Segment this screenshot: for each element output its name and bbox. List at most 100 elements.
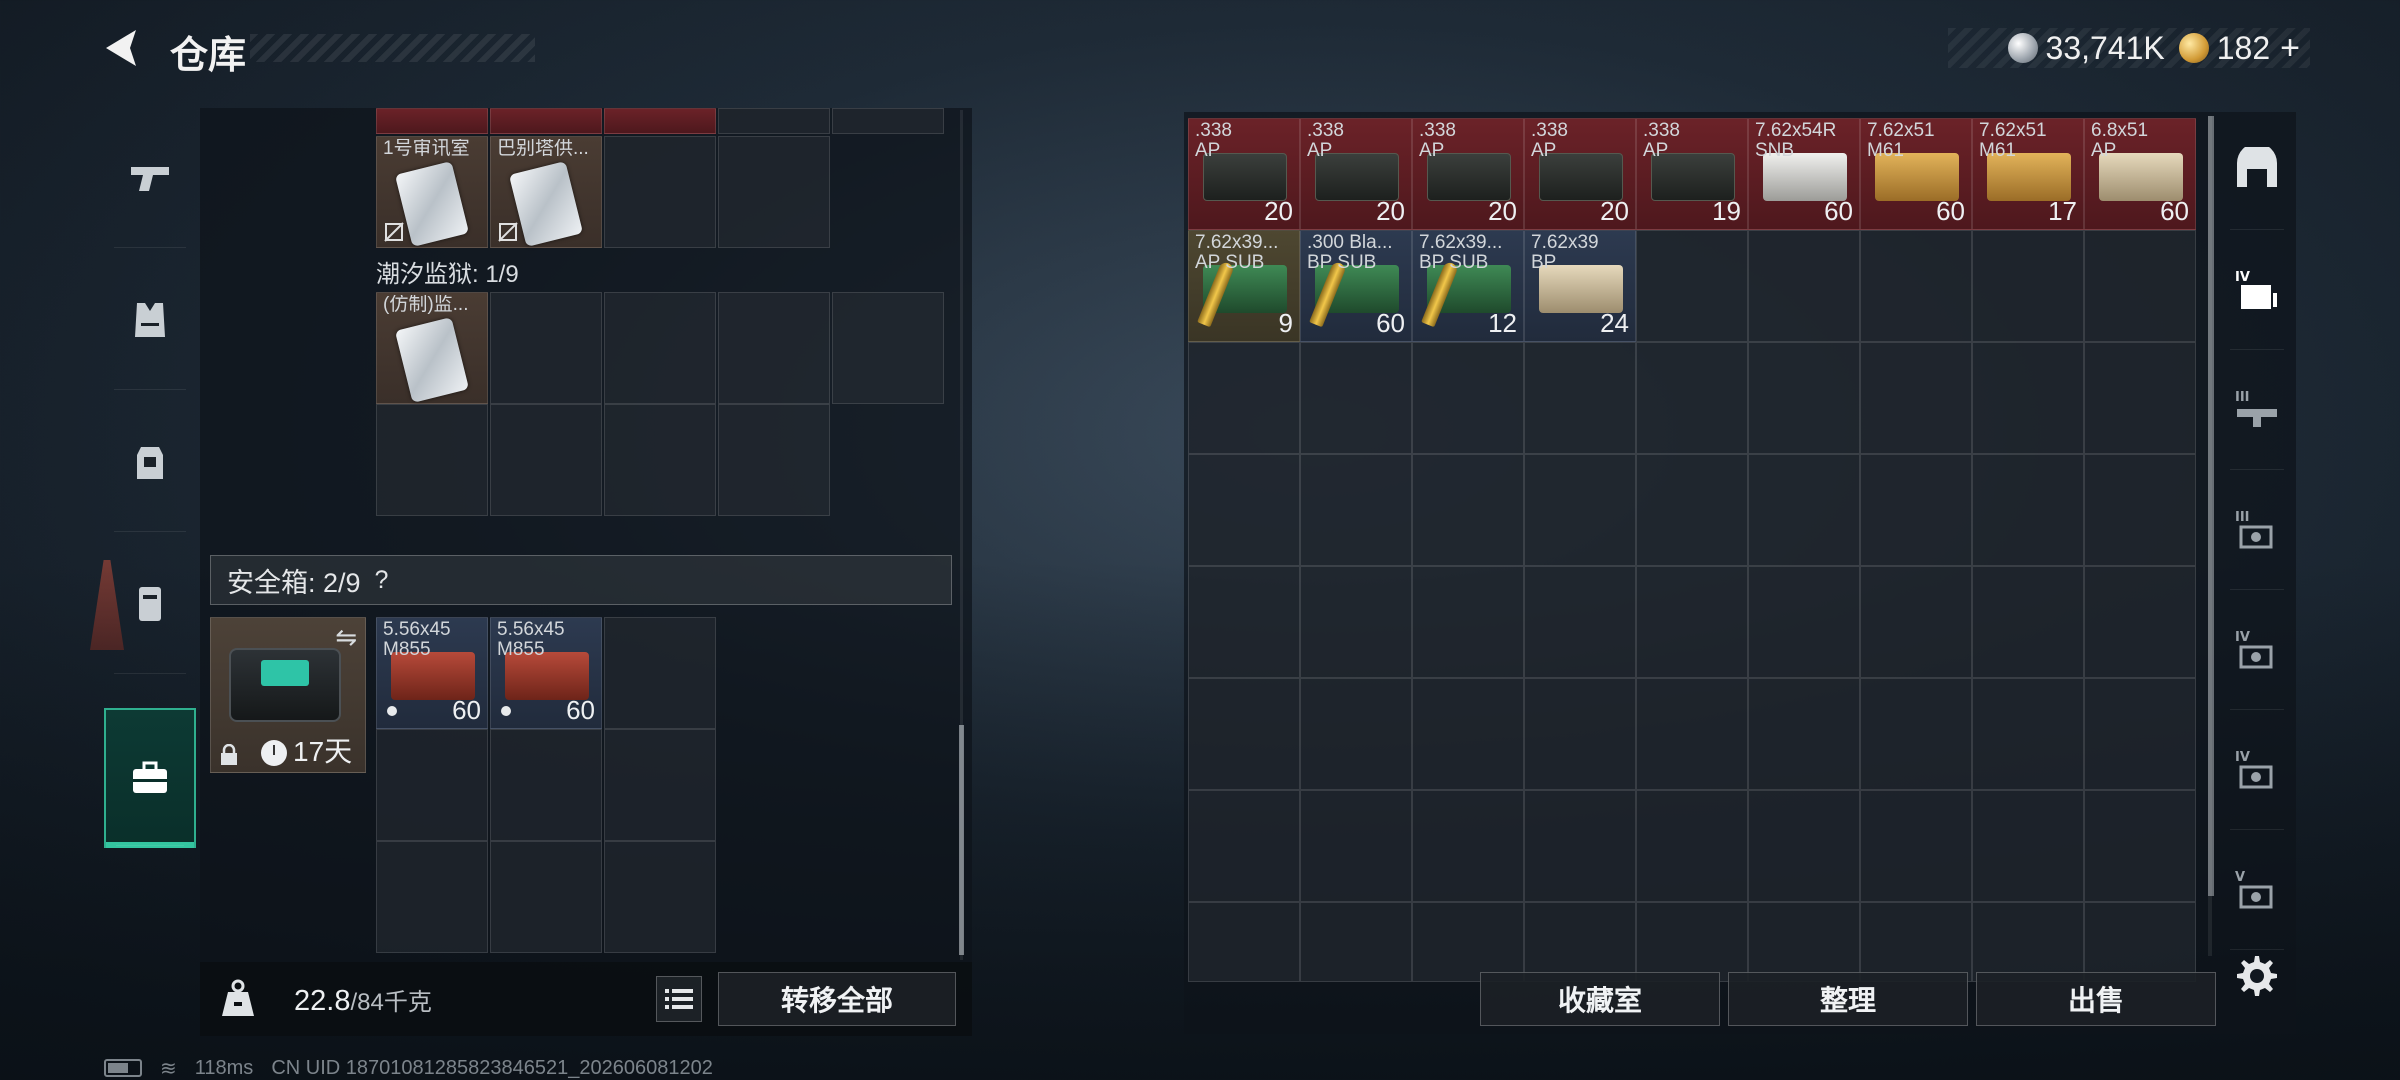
stash-item-ammo[interactable]: .338 AP 20 xyxy=(1412,118,1524,230)
grid-cell[interactable] xyxy=(718,292,830,404)
grid-cell[interactable] xyxy=(1412,790,1524,902)
nav-backpack[interactable] xyxy=(104,392,196,532)
grid-cell[interactable] xyxy=(1636,230,1748,342)
grid-cell[interactable] xyxy=(1412,454,1524,566)
filter-weapon-iii[interactable]: III xyxy=(2218,352,2296,470)
inventory-scrollbar-thumb[interactable] xyxy=(959,725,964,955)
grid-cell[interactable] xyxy=(1636,678,1748,790)
grid-cell[interactable] xyxy=(1636,342,1748,454)
transfer-all-button[interactable]: 转移全部 xyxy=(718,972,956,1026)
grid-cell[interactable] xyxy=(2084,454,2196,566)
grid-cell[interactable] xyxy=(1636,790,1748,902)
grid-cell[interactable] xyxy=(1860,454,1972,566)
grid-cell[interactable] xyxy=(1524,790,1636,902)
grid-cell[interactable] xyxy=(1524,342,1636,454)
nav-weapons[interactable] xyxy=(104,108,196,248)
grid-cell[interactable] xyxy=(2084,790,2196,902)
grid-cell[interactable] xyxy=(2084,902,2196,982)
grid-cell[interactable] xyxy=(1860,566,1972,678)
grid-cell[interactable] xyxy=(1300,566,1412,678)
grid-cell[interactable] xyxy=(1972,678,2084,790)
stash-item-ammo[interactable]: .338 AP 20 xyxy=(1524,118,1636,230)
help-button[interactable]: ? xyxy=(375,566,389,595)
grid-cell[interactable] xyxy=(1636,566,1748,678)
grid-cell[interactable] xyxy=(1972,454,2084,566)
grid-cell[interactable] xyxy=(832,108,944,134)
grid-cell[interactable] xyxy=(490,108,602,134)
grid-cell[interactable] xyxy=(490,404,602,516)
grid-cell[interactable] xyxy=(1860,230,1972,342)
add-currency-button[interactable]: + xyxy=(2280,29,2300,68)
grid-cell[interactable] xyxy=(1524,902,1636,982)
swap-icon[interactable]: ⇋ xyxy=(335,622,357,653)
grid-cell[interactable] xyxy=(718,136,830,248)
grid-cell[interactable] xyxy=(718,108,830,134)
sort-button[interactable]: 整理 xyxy=(1728,972,1968,1026)
grid-cell[interactable] xyxy=(2084,678,2196,790)
grid-cell[interactable] xyxy=(1524,454,1636,566)
grid-cell[interactable] xyxy=(718,404,830,516)
grid-cell[interactable] xyxy=(1188,902,1300,982)
inventory-item-ammo[interactable]: 5.56x45 M855 60 xyxy=(376,617,488,729)
stash-item-ammo[interactable]: 6.8x51 AP 60 xyxy=(2084,118,2196,230)
grid-cell[interactable] xyxy=(1748,454,1860,566)
grid-cell[interactable] xyxy=(1412,566,1524,678)
grid-cell[interactable] xyxy=(604,617,716,729)
grid-cell[interactable] xyxy=(604,292,716,404)
grid-cell[interactable] xyxy=(2084,230,2196,342)
inventory-item-keycard[interactable]: 巴别塔供... xyxy=(490,136,602,248)
grid-cell[interactable] xyxy=(376,729,488,841)
grid-cell[interactable] xyxy=(1636,902,1748,982)
gold-currency[interactable]: 182 + xyxy=(2178,29,2300,68)
grid-cell[interactable] xyxy=(1748,566,1860,678)
grid-cell[interactable] xyxy=(1412,902,1524,982)
inventory-item-ammo[interactable]: 5.56x45 M855 60 xyxy=(490,617,602,729)
grid-cell[interactable] xyxy=(1860,790,1972,902)
grid-cell[interactable] xyxy=(1748,902,1860,982)
grid-cell[interactable] xyxy=(604,136,716,248)
stash-item-ammo[interactable]: 7.62x54R SNB 60 xyxy=(1748,118,1860,230)
collection-room-button[interactable]: 收藏室 xyxy=(1480,972,1720,1026)
grid-cell[interactable] xyxy=(604,108,716,134)
grid-cell[interactable] xyxy=(1748,790,1860,902)
grid-cell[interactable] xyxy=(490,292,602,404)
grid-cell[interactable] xyxy=(1860,678,1972,790)
stash-item-ammo[interactable]: 7.62x39... AP SUB 9 xyxy=(1188,230,1300,342)
grid-cell[interactable] xyxy=(2084,342,2196,454)
grid-cell[interactable] xyxy=(1300,902,1412,982)
grid-cell[interactable] xyxy=(832,292,944,404)
grid-cell[interactable] xyxy=(1972,342,2084,454)
grid-cell[interactable] xyxy=(1300,790,1412,902)
grid-cell[interactable] xyxy=(604,729,716,841)
grid-cell[interactable] xyxy=(1524,678,1636,790)
filter-item-iv-b[interactable]: IV xyxy=(2218,712,2296,830)
grid-cell[interactable] xyxy=(1972,230,2084,342)
filter-item-iv[interactable]: IV xyxy=(2218,592,2296,710)
grid-cell[interactable] xyxy=(1636,454,1748,566)
grid-cell[interactable] xyxy=(1860,902,1972,982)
grid-cell[interactable] xyxy=(1748,342,1860,454)
stash-item-ammo[interactable]: 7.62x39 BP 24 xyxy=(1524,230,1636,342)
inventory-item-keycard[interactable]: (仿制)监... xyxy=(376,292,488,404)
grid-cell[interactable] xyxy=(1748,678,1860,790)
stash-item-ammo[interactable]: 7.62x51 M61 17 xyxy=(1972,118,2084,230)
nav-safe-box[interactable] xyxy=(104,708,196,848)
back-button[interactable] xyxy=(100,24,148,72)
grid-cell[interactable] xyxy=(1412,342,1524,454)
grid-cell[interactable] xyxy=(376,404,488,516)
nav-rig[interactable] xyxy=(104,534,196,674)
filter-ammo-iv[interactable]: IV xyxy=(2218,232,2296,350)
grid-cell[interactable] xyxy=(2084,566,2196,678)
grid-cell[interactable] xyxy=(1524,566,1636,678)
stash-item-ammo[interactable]: .338 AP 20 xyxy=(1300,118,1412,230)
grid-cell[interactable] xyxy=(1188,454,1300,566)
filter-all[interactable] xyxy=(2218,112,2296,230)
nav-armor[interactable] xyxy=(104,250,196,390)
grid-cell[interactable] xyxy=(1748,230,1860,342)
stash-item-ammo[interactable]: 7.62x39... BP SUB 12 xyxy=(1412,230,1524,342)
stash-scrollbar-thumb[interactable] xyxy=(2208,116,2214,896)
grid-cell[interactable] xyxy=(490,841,602,953)
inventory-item-keycard[interactable]: 1号审讯室 xyxy=(376,136,488,248)
grid-cell[interactable] xyxy=(1188,678,1300,790)
grid-cell[interactable] xyxy=(1412,678,1524,790)
